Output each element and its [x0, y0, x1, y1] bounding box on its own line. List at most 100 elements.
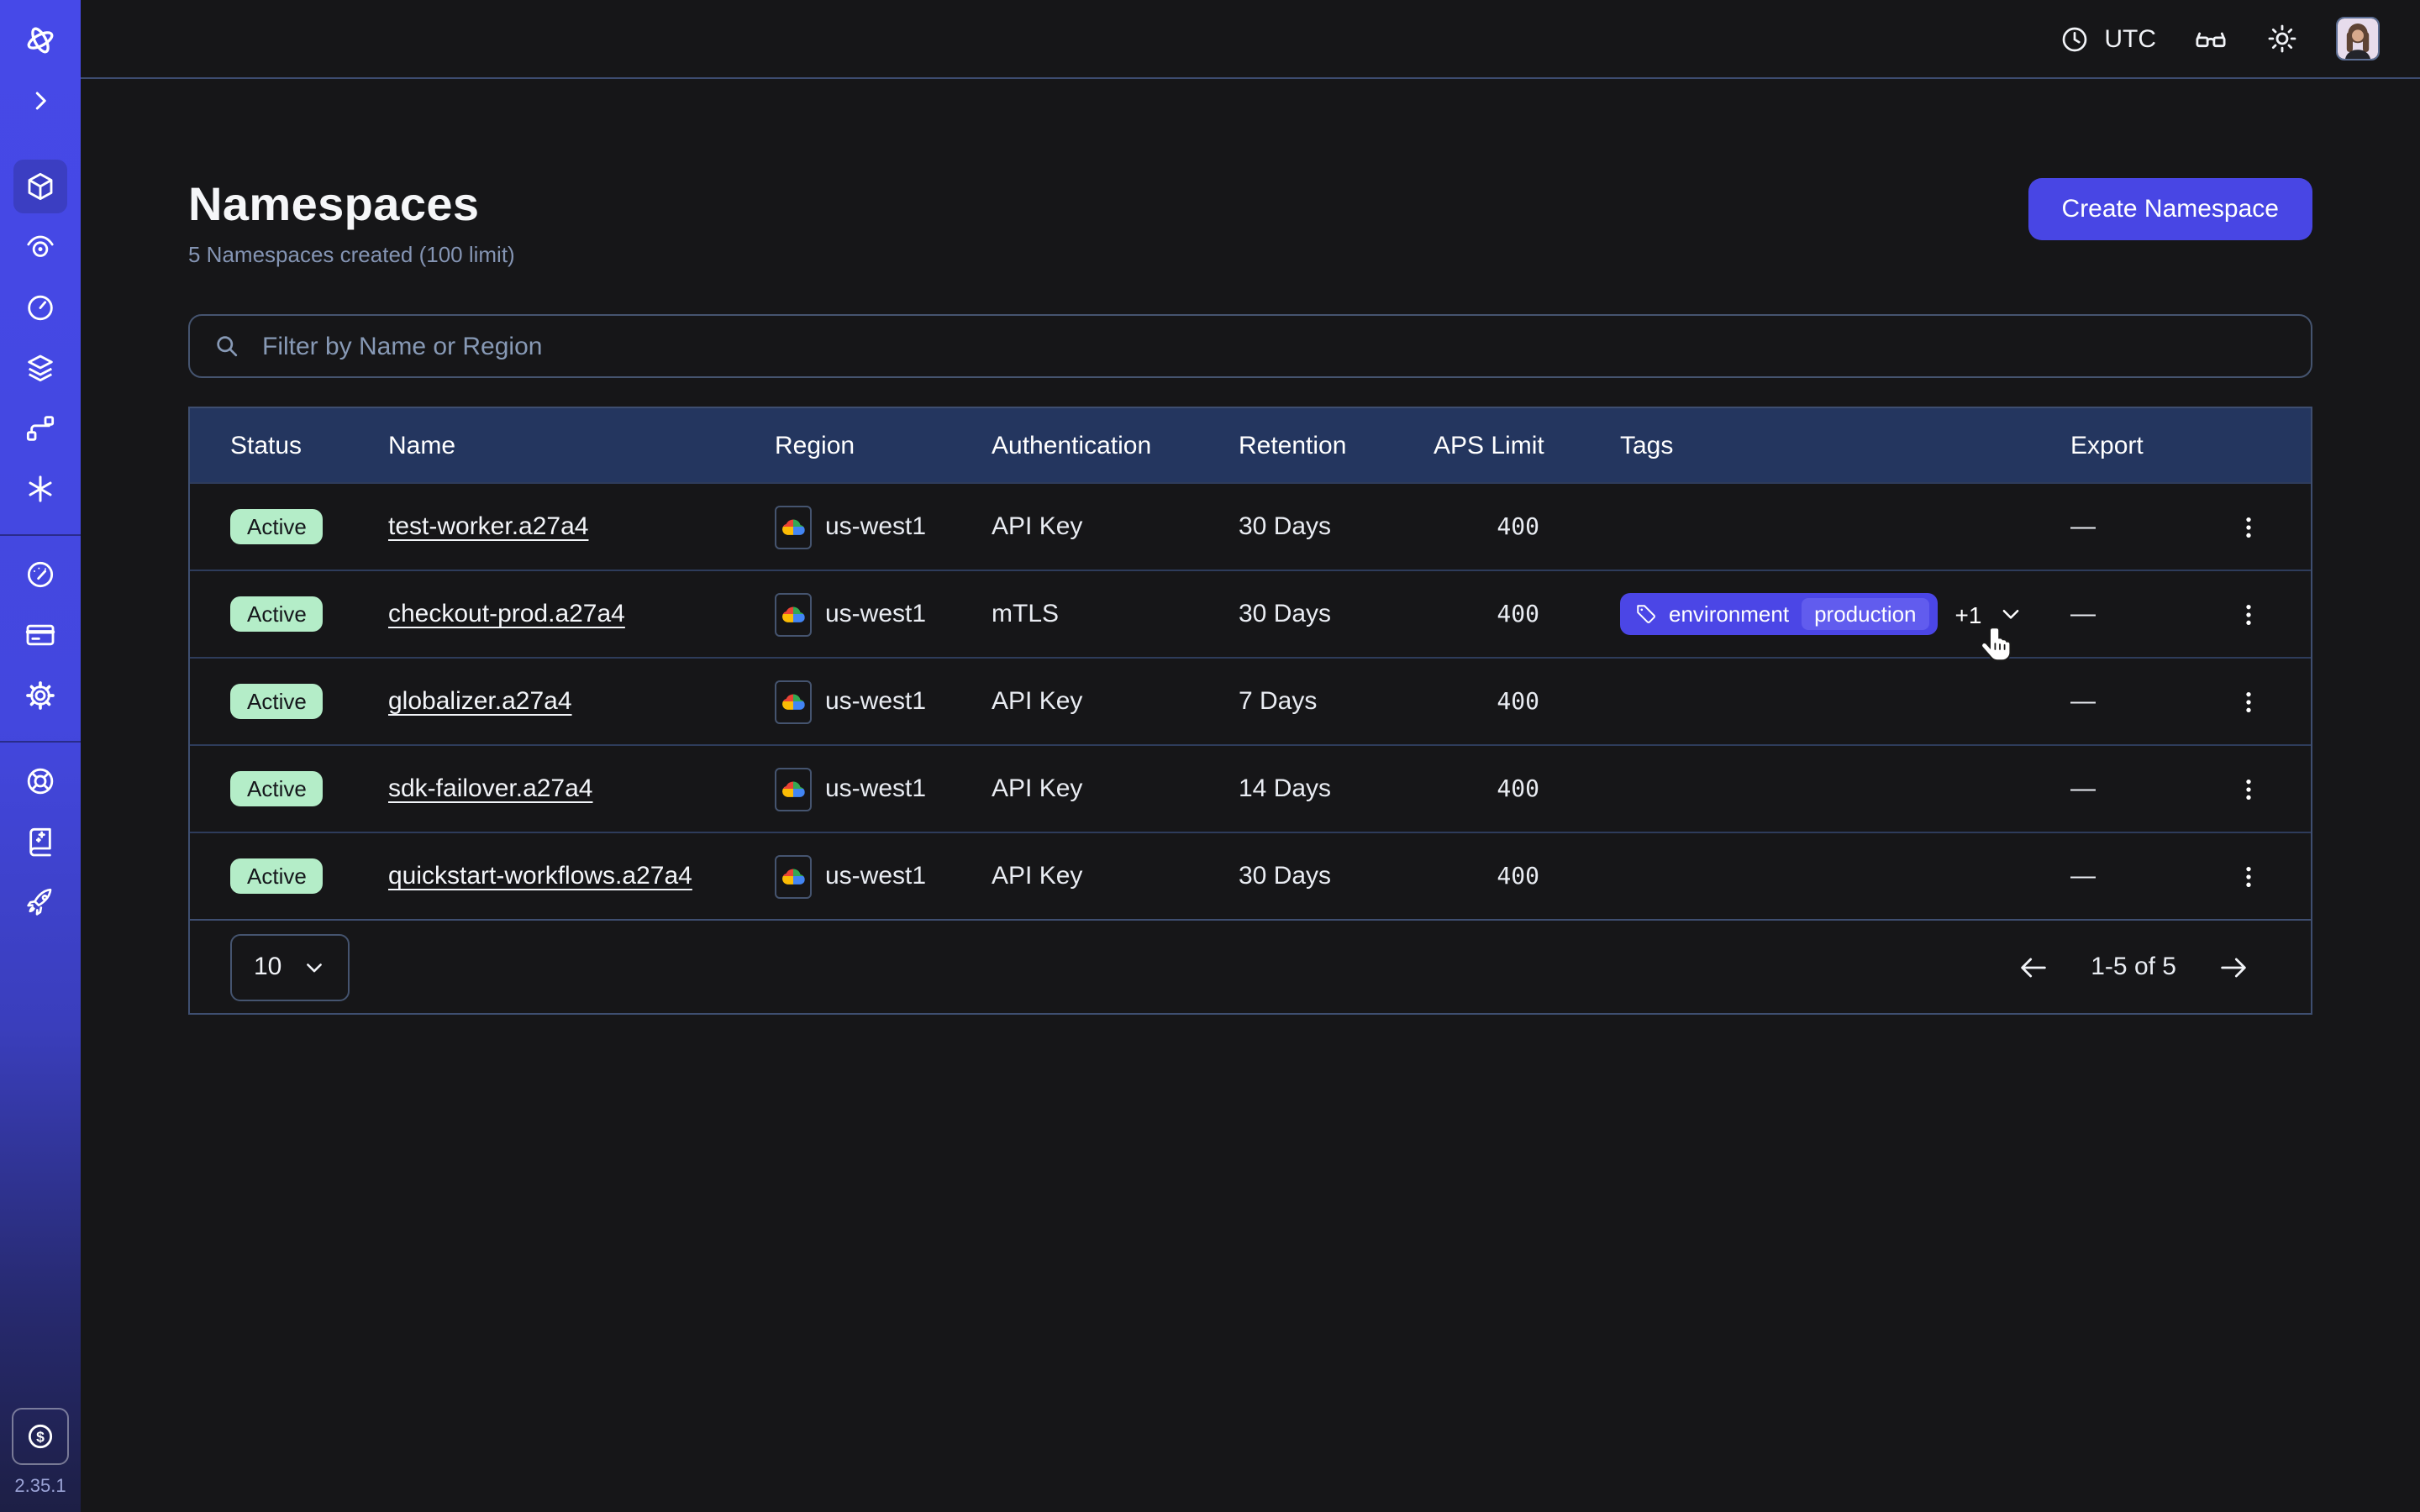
aps-limit-cell: 400 [1434, 601, 1620, 627]
sidebar-item-workflows[interactable] [13, 402, 67, 455]
table-row: Active checkout-prod.a27a4 us-west1 mTLS… [190, 570, 2311, 657]
column-header-export: Export [2070, 431, 2222, 459]
export-cell: — [2070, 512, 2222, 541]
kebab-menu-icon [2235, 688, 2262, 715]
namespace-link[interactable]: quickstart-workflows.a27a4 [388, 862, 692, 890]
namespaces-table: Status Name Region Authentication Retent… [188, 407, 2312, 1015]
accessibility-glasses-button[interactable] [2193, 21, 2228, 56]
auth-cell: mTLS [992, 600, 1239, 628]
page-size-value: 10 [254, 953, 281, 981]
cube-icon [24, 170, 57, 203]
column-header-name: Name [388, 431, 775, 459]
tag-icon [1635, 603, 1657, 625]
sidebar-item-docs[interactable] [13, 815, 67, 869]
next-page-button[interactable] [2217, 950, 2250, 984]
namespace-link[interactable]: test-worker.a27a4 [388, 512, 588, 541]
table-header-row: Status Name Region Authentication Retent… [190, 408, 2311, 482]
sidebar-item-settings[interactable] [13, 669, 67, 722]
filter-input[interactable] [259, 330, 2289, 362]
status-badge: Active [230, 509, 324, 544]
row-actions-button[interactable] [2228, 507, 2269, 547]
table-row: Active sdk-failover.a27a4 us-west1 API K… [190, 744, 2311, 832]
timezone-selector[interactable]: UTC [2059, 23, 2156, 55]
filter-search-box[interactable] [188, 314, 2312, 378]
auth-cell: API Key [992, 687, 1239, 716]
user-avatar[interactable] [2336, 17, 2380, 60]
region-label: us-west1 [825, 512, 926, 541]
rocket-icon [24, 885, 57, 919]
column-header-aps-limit: APS Limit [1434, 431, 1620, 459]
kebab-menu-icon [2235, 513, 2262, 540]
region-label: us-west1 [825, 600, 926, 628]
branch-icon [24, 412, 57, 445]
eye-rings-icon [24, 230, 57, 264]
tags-expand-button[interactable] [1998, 601, 2023, 627]
arrow-right-icon [2217, 950, 2250, 984]
sidebar-divider [0, 534, 81, 536]
layers-icon [24, 351, 57, 385]
aps-limit-cell: 400 [1434, 688, 1620, 715]
kebab-menu-icon [2235, 775, 2262, 802]
auth-cell: API Key [992, 512, 1239, 541]
chevron-down-icon [1998, 601, 2023, 627]
export-cell: — [2070, 687, 2222, 716]
sidebar-item-retention[interactable] [13, 281, 67, 334]
gauge-icon [24, 558, 57, 591]
gcp-region-icon [775, 592, 812, 636]
sidebar-item-billing[interactable] [13, 608, 67, 662]
main-content: Namespaces 5 Namespaces created (100 lim… [81, 81, 2420, 1512]
retention-cell: 14 Days [1239, 774, 1434, 803]
namespace-link[interactable]: globalizer.a27a4 [388, 687, 572, 716]
topbar: UTC [81, 0, 2420, 79]
sidebar-item-getting-started[interactable] [13, 875, 67, 929]
namespace-link[interactable]: checkout-prod.a27a4 [388, 600, 625, 628]
sidebar-divider [0, 741, 81, 743]
sidebar: $ 2.35.1 [0, 0, 81, 1512]
status-badge: Active [230, 771, 324, 806]
app-window: $ 2.35.1 UTC [0, 0, 2420, 1512]
gcp-region-icon [775, 505, 812, 549]
table-row: Active quickstart-workflows.a27a4 us-wes… [190, 832, 2311, 919]
sidebar-item-namespaces[interactable] [13, 160, 67, 213]
app-version: 2.35.1 [14, 1477, 66, 1497]
namespace-link[interactable]: sdk-failover.a27a4 [388, 774, 593, 803]
kebab-menu-icon [2235, 601, 2262, 627]
column-header-retention: Retention [1239, 431, 1434, 459]
previous-page-button[interactable] [2017, 950, 2050, 984]
search-icon [212, 331, 242, 361]
row-actions-button[interactable] [2228, 594, 2269, 634]
auth-cell: API Key [992, 774, 1239, 803]
namespace-count-subtitle: 5 Namespaces created (100 limit) [188, 242, 515, 267]
region-label: us-west1 [825, 687, 926, 716]
avatar-image [2338, 18, 2378, 59]
sidebar-item-insights[interactable] [13, 220, 67, 274]
aps-limit-cell: 400 [1434, 863, 1620, 890]
tag-more-count: +1 [1955, 601, 1982, 627]
row-actions-button[interactable] [2228, 856, 2269, 896]
sidebar-item-asterisk[interactable] [13, 462, 67, 516]
sidebar-item-layers[interactable] [13, 341, 67, 395]
lifebuoy-icon [24, 764, 57, 798]
status-badge: Active [230, 684, 324, 719]
page-size-select[interactable]: 10 [230, 933, 349, 1000]
column-header-tags: Tags [1620, 431, 2070, 459]
sidebar-item-support[interactable] [13, 754, 67, 808]
create-namespace-button[interactable]: Create Namespace [2028, 178, 2312, 240]
table-row: Active test-worker.a27a4 us-west1 API Ke… [190, 482, 2311, 570]
column-header-region: Region [775, 431, 992, 459]
book-sparkles-icon [24, 825, 57, 858]
row-actions-button[interactable] [2228, 681, 2269, 722]
tag-pill[interactable]: environment production [1620, 593, 1939, 635]
kebab-menu-icon [2235, 863, 2262, 890]
retention-cell: 7 Days [1239, 687, 1434, 716]
tag-key: environment [1669, 601, 1789, 627]
sidebar-item-usage[interactable] [13, 548, 67, 601]
sidebar-expand-button[interactable] [13, 74, 67, 128]
credits-badge-button[interactable]: $ [12, 1408, 69, 1465]
row-actions-button[interactable] [2228, 769, 2269, 809]
gear-icon [24, 679, 57, 712]
temporal-logo-icon[interactable] [13, 13, 67, 67]
pagination-range: 1-5 of 5 [2091, 953, 2176, 981]
theme-toggle-button[interactable] [2265, 22, 2299, 55]
arrow-left-icon [2017, 950, 2050, 984]
